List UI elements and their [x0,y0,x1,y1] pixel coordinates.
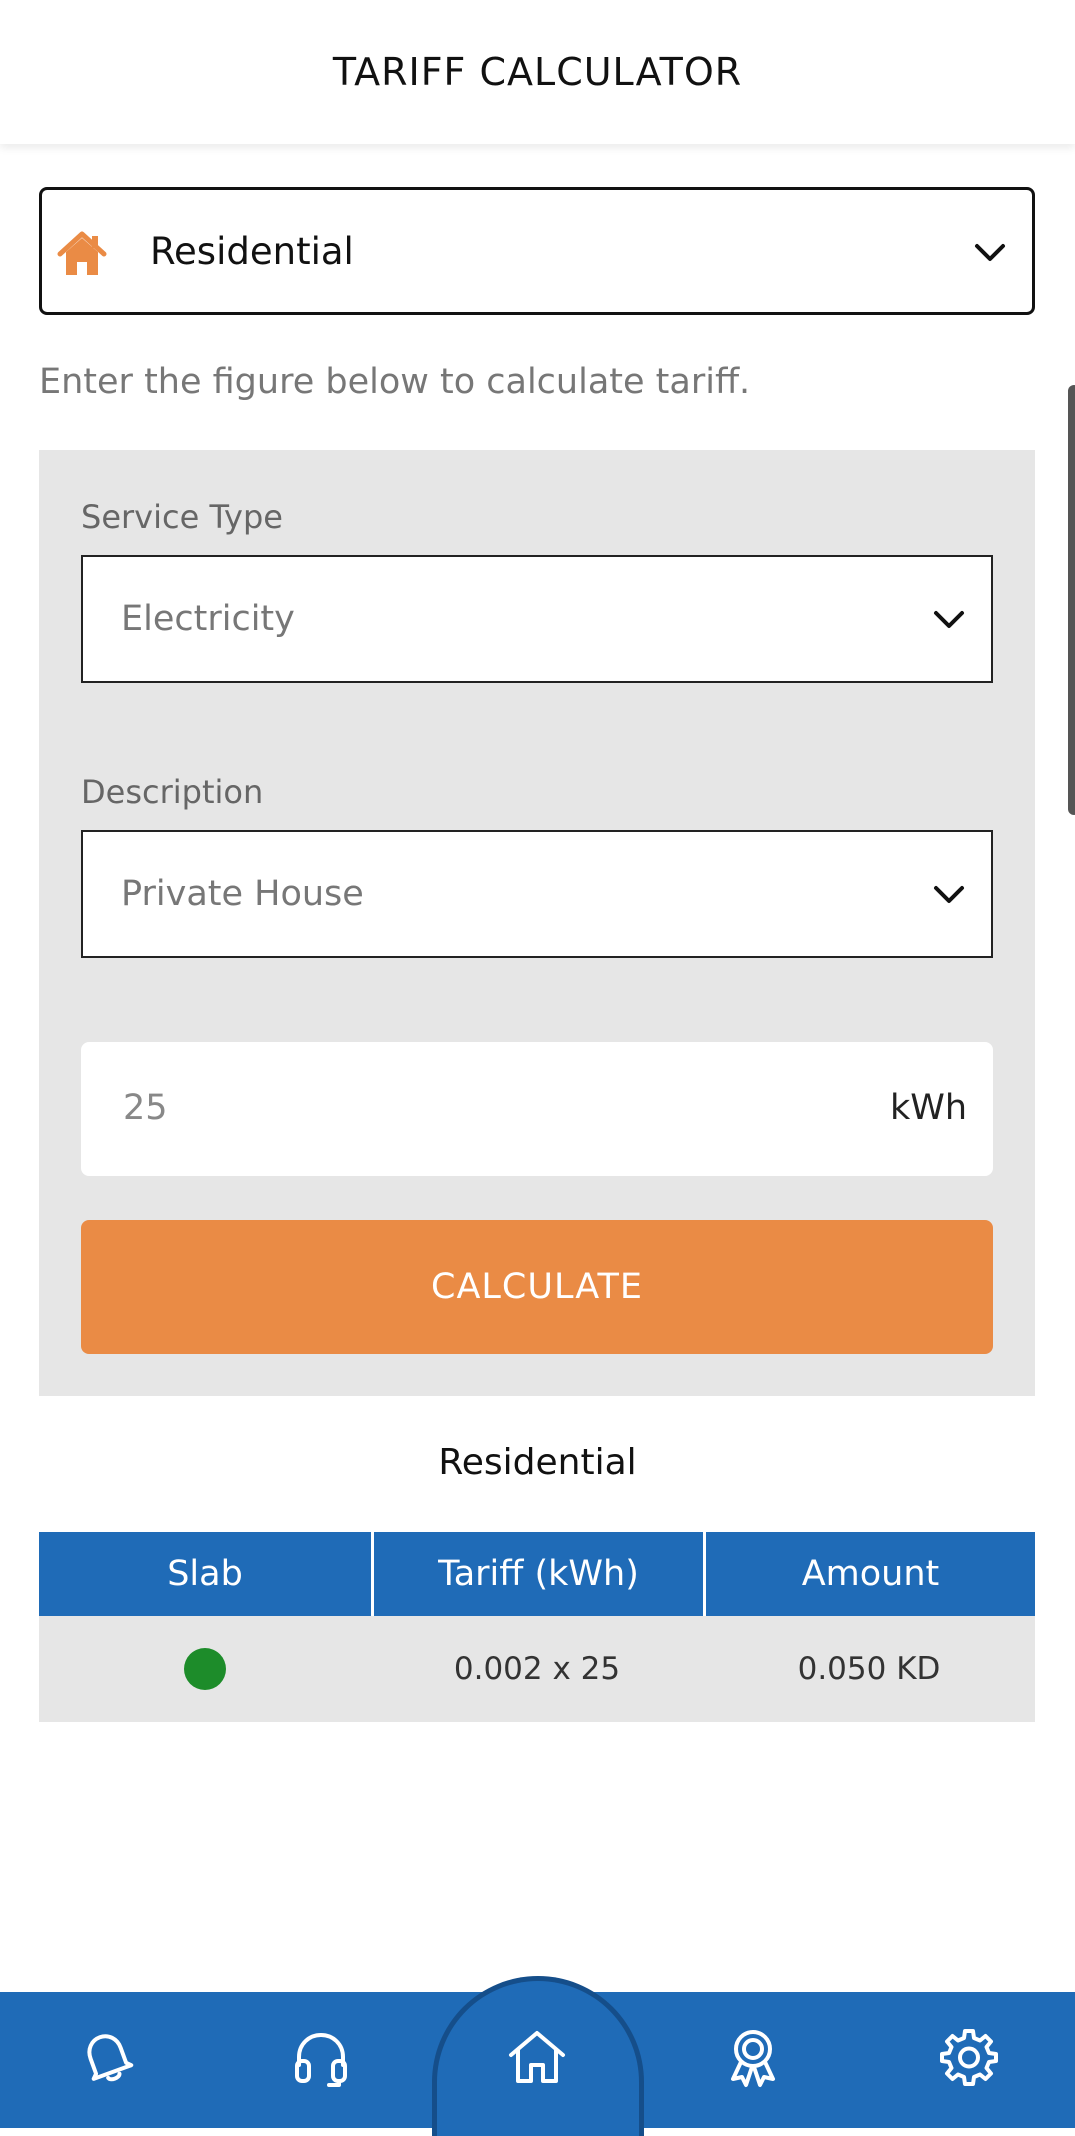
table-row: 0.002 x 25 0.050 KD [39,1616,1035,1722]
category-dropdown[interactable]: Residential [39,187,1035,315]
quantity-input[interactable]: 25 kWh [81,1042,993,1176]
description-value: Private House [121,874,364,914]
slab-cell [39,1616,371,1722]
column-header-amount: Amount [703,1532,1035,1616]
home-icon [509,2031,565,2083]
scroll-indicator[interactable] [1068,385,1075,815]
house-icon [57,231,107,275]
nav-notifications[interactable] [62,2012,152,2102]
nav-support[interactable] [276,2012,366,2102]
description-label: Description [81,773,264,811]
slab-indicator-dot [184,1648,226,1690]
result-title: Residential [438,1442,637,1483]
column-header-slab: Slab [39,1532,371,1616]
description-dropdown[interactable]: Private House [81,830,993,958]
service-type-dropdown[interactable]: Electricity [81,555,993,683]
app-header: TARIFF CALCULATOR [0,0,1075,144]
quantity-unit: kWh [889,1088,967,1128]
result-table: Slab Tariff (kWh) Amount 0.002 x 25 0.05… [39,1532,1035,1722]
page-title: TARIFF CALCULATOR [332,50,743,94]
nav-settings[interactable] [924,2012,1014,2102]
headset-icon [295,2033,347,2087]
column-header-tariff: Tariff (kWh) [371,1532,703,1616]
category-value: Residential [150,229,354,273]
calculator-form: Service Type Electricity Description Pri… [39,450,1035,1396]
gear-icon [940,2029,998,2086]
tariff-cell: 0.002 x 25 [371,1616,703,1722]
quantity-value: 25 [123,1088,168,1128]
chevron-down-icon [975,244,1005,261]
service-type-value: Electricity [121,599,295,639]
nav-home[interactable] [492,2012,582,2102]
chevron-down-icon [934,611,964,628]
chevron-down-icon [934,886,964,903]
nav-rewards[interactable] [708,2012,798,2102]
table-header-row: Slab Tariff (kWh) Amount [39,1532,1035,1616]
amount-cell: 0.050 KD [703,1616,1035,1722]
helper-text: Enter the figure below to calculate tari… [39,362,751,402]
bell-icon [87,2034,134,2082]
award-icon [731,2030,775,2087]
calculate-button[interactable]: CALCULATE [81,1220,993,1354]
service-type-label: Service Type [81,498,283,536]
